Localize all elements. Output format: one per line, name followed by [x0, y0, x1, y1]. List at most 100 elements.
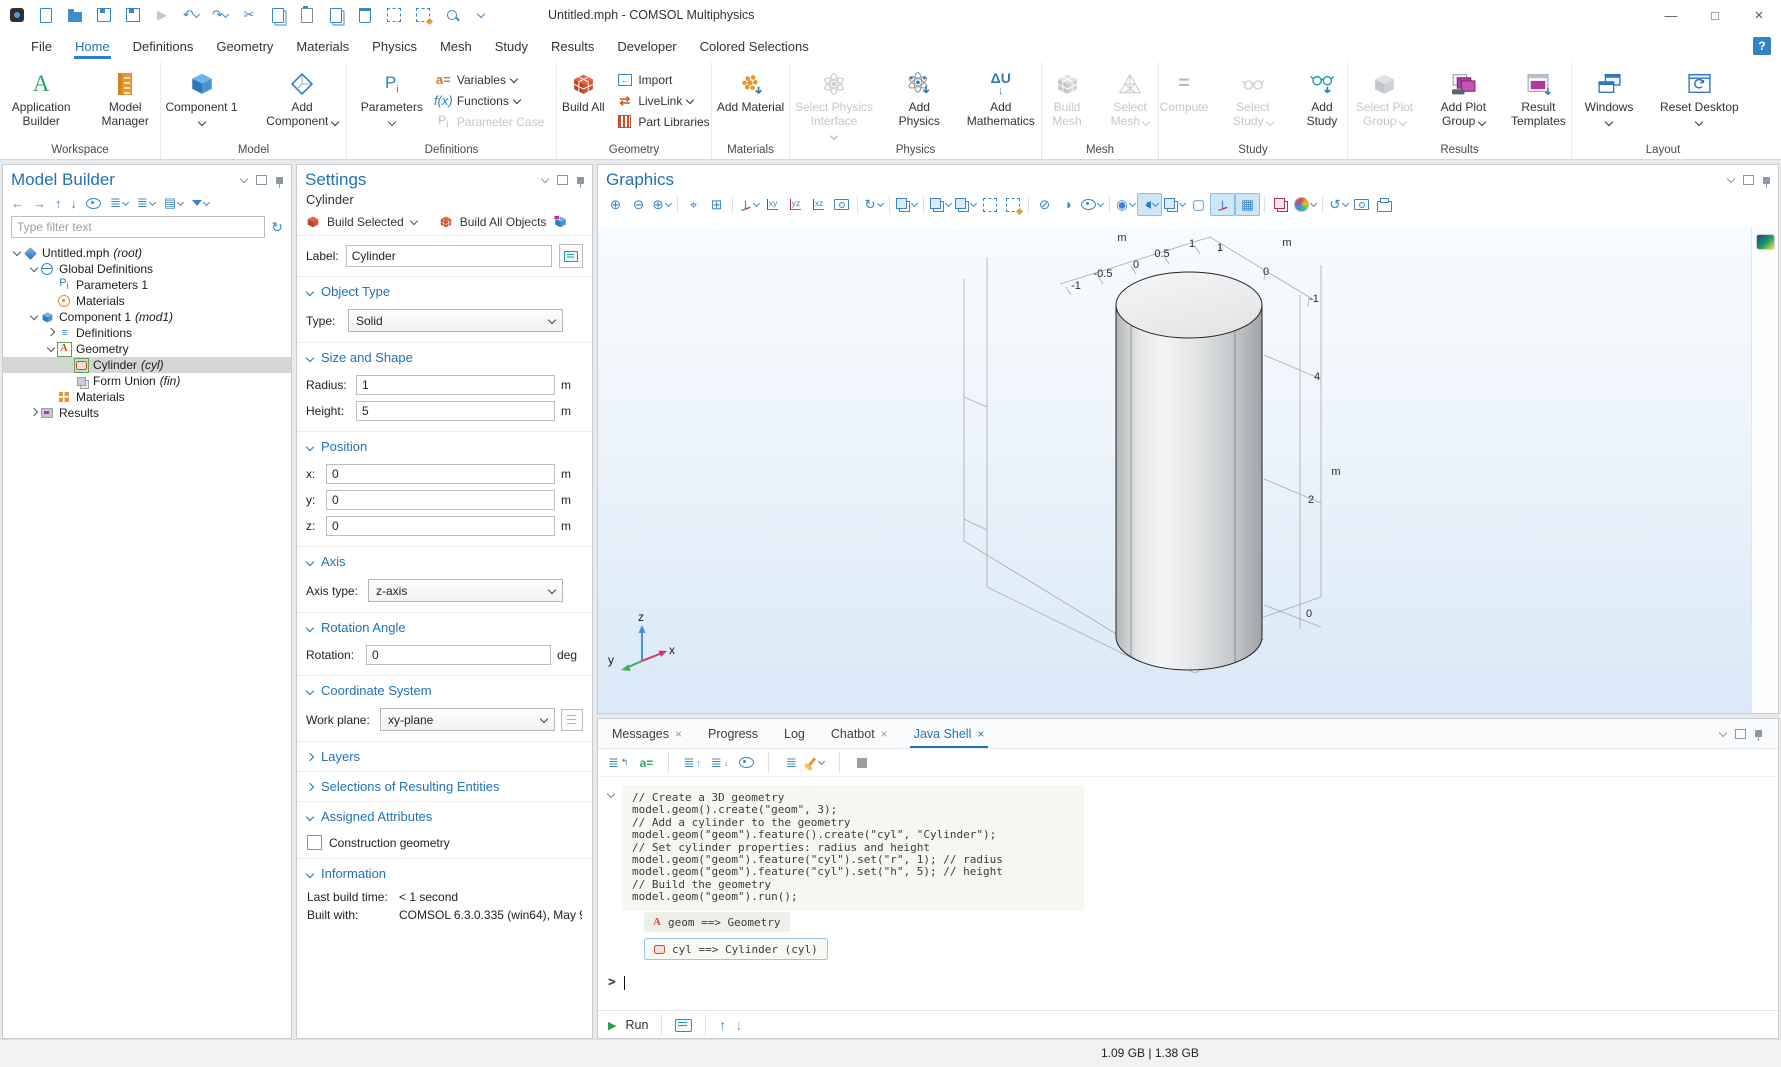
rotate-view-icon[interactable]: ↻ — [862, 194, 885, 215]
tab-progress[interactable]: Progress — [708, 719, 758, 748]
clear-shell-icon[interactable] — [809, 754, 825, 772]
show-output-icon[interactable] — [738, 754, 754, 772]
tree-item-materials[interactable]: Materials — [3, 389, 291, 405]
expander-icon[interactable] — [29, 408, 37, 416]
expand-cells-icon[interactable]: ≣↓ — [711, 754, 728, 772]
filter-icon[interactable] — [192, 200, 209, 206]
colormap-icon[interactable] — [1757, 235, 1774, 249]
expander-icon[interactable] — [46, 344, 54, 352]
view-orientation-icon[interactable] — [737, 194, 761, 215]
minimize-button[interactable]: — — [1649, 0, 1693, 30]
section-layers[interactable]: Layers — [297, 742, 592, 771]
sync-icon[interactable]: ↺ — [1327, 194, 1350, 215]
movie-icon[interactable] — [953, 194, 978, 215]
new-file-icon[interactable] — [37, 6, 55, 24]
search-icon[interactable] — [443, 6, 461, 24]
tree-item-geometry[interactable]: A Geometry — [3, 341, 291, 357]
variables-button[interactable]: a= Variables — [435, 72, 544, 87]
maximize-panel-icon[interactable] — [1735, 729, 1746, 739]
cut-icon[interactable]: ✂ — [240, 6, 258, 24]
result-templates-button[interactable]: Result Templates — [1506, 68, 1571, 131]
show-labels-icon[interactable] — [1269, 194, 1292, 215]
add-mathematics-button[interactable]: ΔU↓ Add Mathematics — [960, 68, 1041, 131]
move-up-icon[interactable]: ↑ — [55, 196, 62, 211]
menu-developer[interactable]: Developer — [616, 33, 677, 60]
back-icon[interactable]: ← — [11, 196, 24, 211]
import-button[interactable]: ← Import — [616, 72, 709, 87]
java-shell-console[interactable]: // Create a 3D geometrymodel.geom().crea… — [598, 777, 1778, 1010]
color-palette-icon[interactable] — [1292, 194, 1318, 215]
menu-study[interactable]: Study — [494, 33, 529, 60]
dropdown-caret[interactable] — [409, 217, 417, 225]
close-tab-icon[interactable]: × — [977, 727, 984, 741]
import-history-icon[interactable]: ≣↰ — [608, 754, 628, 772]
collapse-cells-icon[interactable]: ≣↑ — [683, 754, 700, 772]
tree-item-parameters-1[interactable]: Pi Parameters 1 — [3, 277, 291, 293]
functions-button[interactable]: f(x) Functions — [435, 93, 544, 108]
section-coordinate-system[interactable]: Coordinate System — [297, 676, 592, 705]
work-plane-list-button[interactable] — [561, 709, 583, 731]
move-down-icon[interactable]: ↓ — [71, 196, 78, 211]
panel-menu-icon[interactable] — [1727, 175, 1735, 183]
tree-item-materials-global[interactable]: Materials — [3, 293, 291, 309]
section-selections[interactable]: Selections of Resulting Entities — [297, 772, 592, 801]
windows-button[interactable]: Windows — [1583, 68, 1636, 131]
tree-item-results[interactable]: Results — [3, 405, 291, 421]
section-assigned-attributes[interactable]: Assigned Attributes — [297, 802, 592, 831]
duplicate-icon[interactable] — [327, 6, 345, 24]
expander-icon[interactable] — [12, 248, 20, 256]
menu-home[interactable]: Home — [74, 33, 111, 60]
save-as-icon[interactable] — [124, 6, 142, 24]
livelink-button[interactable]: ⇄ LiveLink — [616, 93, 709, 108]
radius-input[interactable] — [356, 375, 555, 395]
sound-icon[interactable] — [1137, 193, 1162, 216]
scene-objects-icon[interactable] — [894, 194, 919, 215]
parameters-button[interactable]: Pi Parameters — [359, 68, 425, 127]
part-libraries-button[interactable]: Part Libraries — [616, 114, 709, 129]
tab-java-shell[interactable]: Java Shell× — [914, 719, 985, 748]
copy-icon[interactable] — [269, 6, 287, 24]
select-frame-icon[interactable] — [385, 6, 403, 24]
model-manager-button[interactable]: Model Manager — [90, 68, 160, 131]
position-y-input[interactable] — [326, 490, 555, 510]
graphics-viewport[interactable]: m -1 -0.5 0 0.5 1 1 m 0 -1 4 m 2 0 z x y — [598, 227, 1778, 713]
section-position[interactable]: Position — [297, 432, 592, 461]
section-information[interactable]: Information — [297, 859, 592, 888]
label-input[interactable] — [346, 245, 552, 267]
section-object-type[interactable]: Object Type — [297, 277, 592, 306]
redo-icon[interactable]: ↷ — [211, 6, 229, 24]
pin-panel-icon[interactable] — [1763, 177, 1770, 184]
add-physics-button[interactable]: Add Physics — [890, 68, 948, 131]
hide-objects-icon[interactable]: ⊘ — [1033, 194, 1056, 215]
panel-menu-icon[interactable] — [240, 175, 248, 183]
paste-icon[interactable] — [298, 6, 316, 24]
image-snapshot-list-icon[interactable] — [928, 194, 953, 215]
close-button[interactable]: × — [1737, 0, 1781, 30]
model-tree-nodes-icon[interactable]: ▤ — [164, 195, 183, 211]
rename-note-button[interactable] — [559, 244, 583, 268]
wireframe-icon[interactable]: ▢ — [1187, 194, 1210, 215]
forward-icon[interactable]: → — [33, 196, 46, 211]
pin-panel-icon[interactable] — [276, 177, 283, 184]
reset-desktop-button[interactable]: Reset Desktop — [1655, 68, 1743, 131]
print-icon[interactable] — [1373, 194, 1396, 215]
close-tab-icon[interactable]: × — [675, 727, 682, 741]
go-to-view-icon[interactable] — [830, 194, 853, 215]
section-axis[interactable]: Axis — [297, 547, 592, 576]
tab-log[interactable]: Log — [784, 719, 805, 748]
component-1-button[interactable]: Component 1 — [161, 68, 242, 131]
object-type-select[interactable]: Solid — [348, 309, 563, 332]
position-x-input[interactable] — [326, 464, 555, 484]
construction-geometry-checkbox[interactable] — [307, 835, 322, 850]
build-selected-button[interactable]: Build Selected — [327, 215, 404, 229]
output-cyl[interactable]: cyl ==> Cylinder (cyl) — [644, 938, 828, 960]
add-plot-group-button[interactable]: Add Plot Group — [1431, 68, 1496, 131]
shell-variables-icon[interactable]: a= — [638, 754, 654, 772]
expander-icon[interactable] — [29, 312, 37, 320]
build-insert-icon[interactable] — [553, 215, 568, 229]
tab-messages[interactable]: Messages× — [612, 719, 682, 748]
tab-chatbot[interactable]: Chatbot× — [831, 719, 888, 748]
run-button[interactable]: Run — [625, 1018, 648, 1032]
select-lasso-icon[interactable] — [1001, 194, 1024, 215]
tree-item-definitions[interactable]: ≡ Definitions — [3, 325, 291, 341]
